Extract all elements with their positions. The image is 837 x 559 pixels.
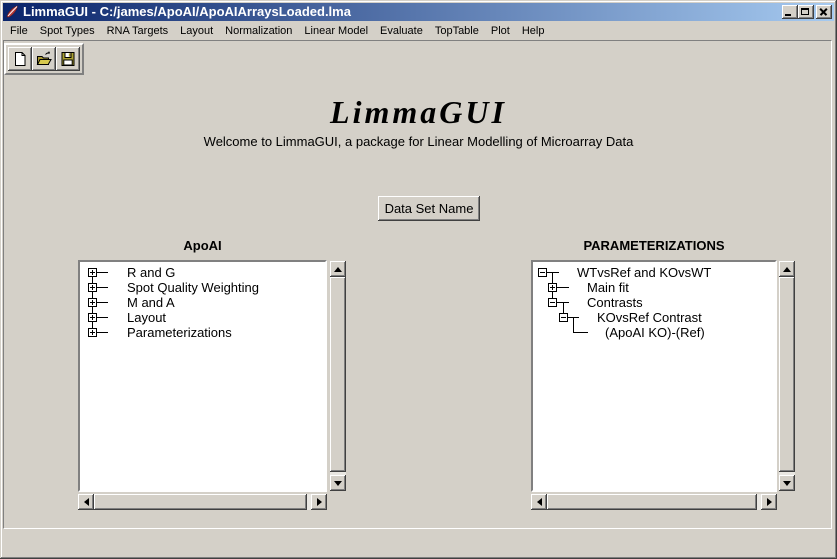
collapse-minus-icon[interactable] bbox=[538, 268, 547, 277]
scrollbar-thumb[interactable] bbox=[94, 494, 307, 510]
open-folder-icon bbox=[36, 51, 52, 67]
close-button[interactable] bbox=[816, 5, 832, 19]
menu-evaluate[interactable]: Evaluate bbox=[374, 23, 429, 39]
maximize-button[interactable] bbox=[798, 5, 814, 19]
arrow-down-icon bbox=[334, 481, 342, 486]
page-title: LimmaGUI bbox=[0, 94, 837, 131]
save-floppy-icon bbox=[60, 51, 76, 67]
tree-item-apoai-ko-ref[interactable]: (ApoAI KO)-(Ref) bbox=[605, 325, 705, 340]
menu-plot[interactable]: Plot bbox=[485, 23, 516, 39]
minimize-button[interactable] bbox=[782, 5, 798, 19]
expand-plus-icon[interactable] bbox=[88, 268, 97, 277]
arrow-right-icon bbox=[767, 498, 772, 506]
tree-item-spot-quality-weighting[interactable]: Spot Quality Weighting bbox=[127, 280, 259, 295]
menu-spot-types[interactable]: Spot Types bbox=[34, 23, 101, 39]
arrow-left-icon bbox=[84, 498, 89, 506]
arrow-up-icon bbox=[334, 267, 342, 272]
scrollbar-thumb[interactable] bbox=[547, 494, 757, 510]
new-file-button[interactable] bbox=[8, 47, 32, 71]
right-tree-horizontal-scrollbar[interactable] bbox=[531, 494, 777, 510]
tree-item-wtvsref-and-kovswt[interactable]: WTvsRef and KOvsWT bbox=[577, 265, 711, 280]
tree-connector-line bbox=[97, 272, 108, 273]
arrow-up-icon bbox=[783, 267, 791, 272]
menu-file[interactable]: File bbox=[4, 23, 34, 39]
data-set-name-button[interactable]: Data Set Name bbox=[378, 196, 480, 221]
menu-toptable[interactable]: TopTable bbox=[429, 23, 485, 39]
left-tree[interactable]: R and G Spot Quality Weighting M and A L… bbox=[78, 260, 327, 492]
scrollbar-thumb[interactable] bbox=[779, 277, 795, 472]
expand-plus-icon[interactable] bbox=[88, 283, 97, 292]
tree-item-r-and-g[interactable]: R and G bbox=[127, 265, 175, 280]
window-title: LimmaGUI - C:/james/ApoAI/ApoAIArraysLoa… bbox=[23, 3, 351, 21]
save-file-button[interactable] bbox=[56, 47, 80, 71]
tree-item-m-and-a[interactable]: M and A bbox=[127, 295, 175, 310]
tree-item-kovsref-contrast[interactable]: KOvsRef Contrast bbox=[597, 310, 702, 325]
status-strip bbox=[3, 530, 834, 556]
minimize-icon bbox=[785, 14, 791, 16]
right-tree-vertical-scrollbar[interactable] bbox=[779, 261, 795, 491]
left-tree-header: ApoAI bbox=[78, 238, 327, 254]
menu-linear-model[interactable]: Linear Model bbox=[298, 23, 374, 39]
tree-connector-line bbox=[97, 332, 108, 333]
scroll-left-button[interactable] bbox=[78, 494, 94, 510]
tree-item-parameterizations[interactable]: Parameterizations bbox=[127, 325, 232, 340]
arrow-down-icon bbox=[783, 481, 791, 486]
tree-connector-line bbox=[573, 317, 574, 333]
scroll-up-button[interactable] bbox=[779, 261, 795, 277]
tree-item-contrasts[interactable]: Contrasts bbox=[587, 295, 643, 310]
new-document-icon bbox=[12, 51, 28, 67]
right-tree-canvas: WTvsRef and KOvsWT Main fit Contrasts KO… bbox=[533, 262, 775, 490]
tree-connector-line bbox=[97, 317, 108, 318]
scroll-right-button[interactable] bbox=[761, 494, 777, 510]
tree-connector-line bbox=[97, 287, 108, 288]
collapse-minus-icon[interactable] bbox=[548, 298, 557, 307]
menu-bar: File Spot Types RNA Targets Layout Norma… bbox=[4, 22, 833, 40]
left-tree-canvas: R and G Spot Quality Weighting M and A L… bbox=[80, 262, 325, 490]
expand-plus-icon[interactable] bbox=[88, 328, 97, 337]
expand-plus-icon[interactable] bbox=[548, 283, 557, 292]
right-tree[interactable]: WTvsRef and KOvsWT Main fit Contrasts KO… bbox=[531, 260, 777, 492]
menu-layout[interactable]: Layout bbox=[174, 23, 219, 39]
toolbar bbox=[4, 43, 84, 75]
app-window: LimmaGUI - C:/james/ApoAI/ApoAIArraysLoa… bbox=[0, 0, 837, 559]
tree-item-layout[interactable]: Layout bbox=[127, 310, 166, 325]
menu-rna-targets[interactable]: RNA Targets bbox=[101, 23, 175, 39]
feather-icon bbox=[5, 5, 19, 19]
expand-plus-icon[interactable] bbox=[88, 298, 97, 307]
tree-connector-line bbox=[557, 287, 569, 288]
scroll-up-button[interactable] bbox=[330, 261, 346, 277]
menu-normalization[interactable]: Normalization bbox=[219, 23, 298, 39]
scroll-down-button[interactable] bbox=[330, 475, 346, 491]
toolbar-inner bbox=[5, 44, 83, 74]
collapse-minus-icon[interactable] bbox=[559, 313, 568, 322]
scroll-left-button[interactable] bbox=[531, 494, 547, 510]
tree-connector-line bbox=[547, 272, 559, 273]
tree-item-main-fit[interactable]: Main fit bbox=[587, 280, 629, 295]
right-tree-header: PARAMETERIZATIONS bbox=[531, 238, 777, 254]
title-bar[interactable]: LimmaGUI - C:/james/ApoAI/ApoAIArraysLoa… bbox=[3, 3, 834, 21]
open-file-button[interactable] bbox=[32, 47, 56, 71]
left-tree-vertical-scrollbar[interactable] bbox=[330, 261, 346, 491]
welcome-text: Welcome to LimmaGUI, a package for Linea… bbox=[0, 134, 837, 149]
maximize-icon bbox=[801, 8, 809, 15]
menu-help[interactable]: Help bbox=[516, 23, 551, 39]
expand-plus-icon[interactable] bbox=[88, 313, 97, 322]
scroll-right-button[interactable] bbox=[311, 494, 327, 510]
left-tree-horizontal-scrollbar[interactable] bbox=[78, 494, 327, 510]
tree-connector-line bbox=[97, 302, 108, 303]
tree-connector-line bbox=[573, 332, 588, 333]
window-controls bbox=[782, 5, 832, 19]
arrow-left-icon bbox=[537, 498, 542, 506]
scroll-down-button[interactable] bbox=[779, 475, 795, 491]
scrollbar-thumb[interactable] bbox=[330, 277, 346, 472]
arrow-right-icon bbox=[317, 498, 322, 506]
